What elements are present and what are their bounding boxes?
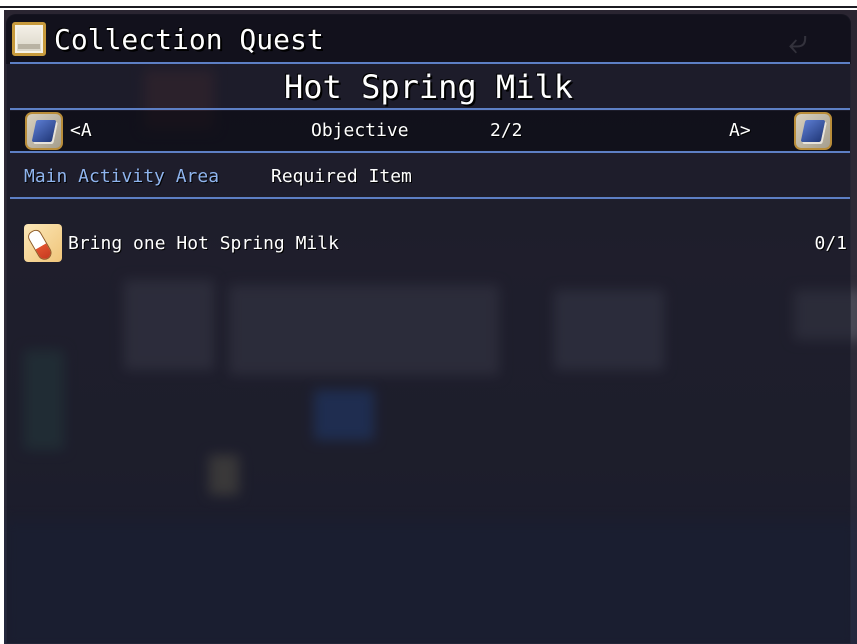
divider (10, 62, 850, 64)
section-label: Objective (311, 120, 409, 141)
prev-quest-book-icon[interactable] (25, 112, 63, 150)
item-count: 0/1 (814, 233, 847, 254)
prev-page-button[interactable]: <A (70, 116, 92, 146)
required-item-header: Required Item (271, 166, 412, 187)
milk-bottle-icon (24, 224, 62, 262)
objective-nav-bar (10, 111, 850, 151)
next-page-button[interactable]: A> (729, 116, 751, 146)
divider (10, 108, 850, 110)
area-header: Main Activity Area (24, 166, 220, 187)
game-screen: Collection Quest ⤶ Hot Spring Milk <A Ob… (0, 0, 857, 644)
quest-name: Hot Spring Milk (284, 68, 573, 106)
top-border (0, 6, 857, 8)
next-quest-book-icon[interactable] (794, 112, 832, 150)
divider (10, 151, 850, 153)
item-description: Bring one Hot Spring Milk (68, 233, 339, 254)
page-indicator: 2/2 (490, 120, 523, 141)
scroll-icon (12, 22, 46, 56)
divider (10, 197, 850, 199)
return-arrow-icon[interactable]: ⤶ (776, 24, 820, 60)
window-title: Collection Quest (54, 23, 324, 56)
